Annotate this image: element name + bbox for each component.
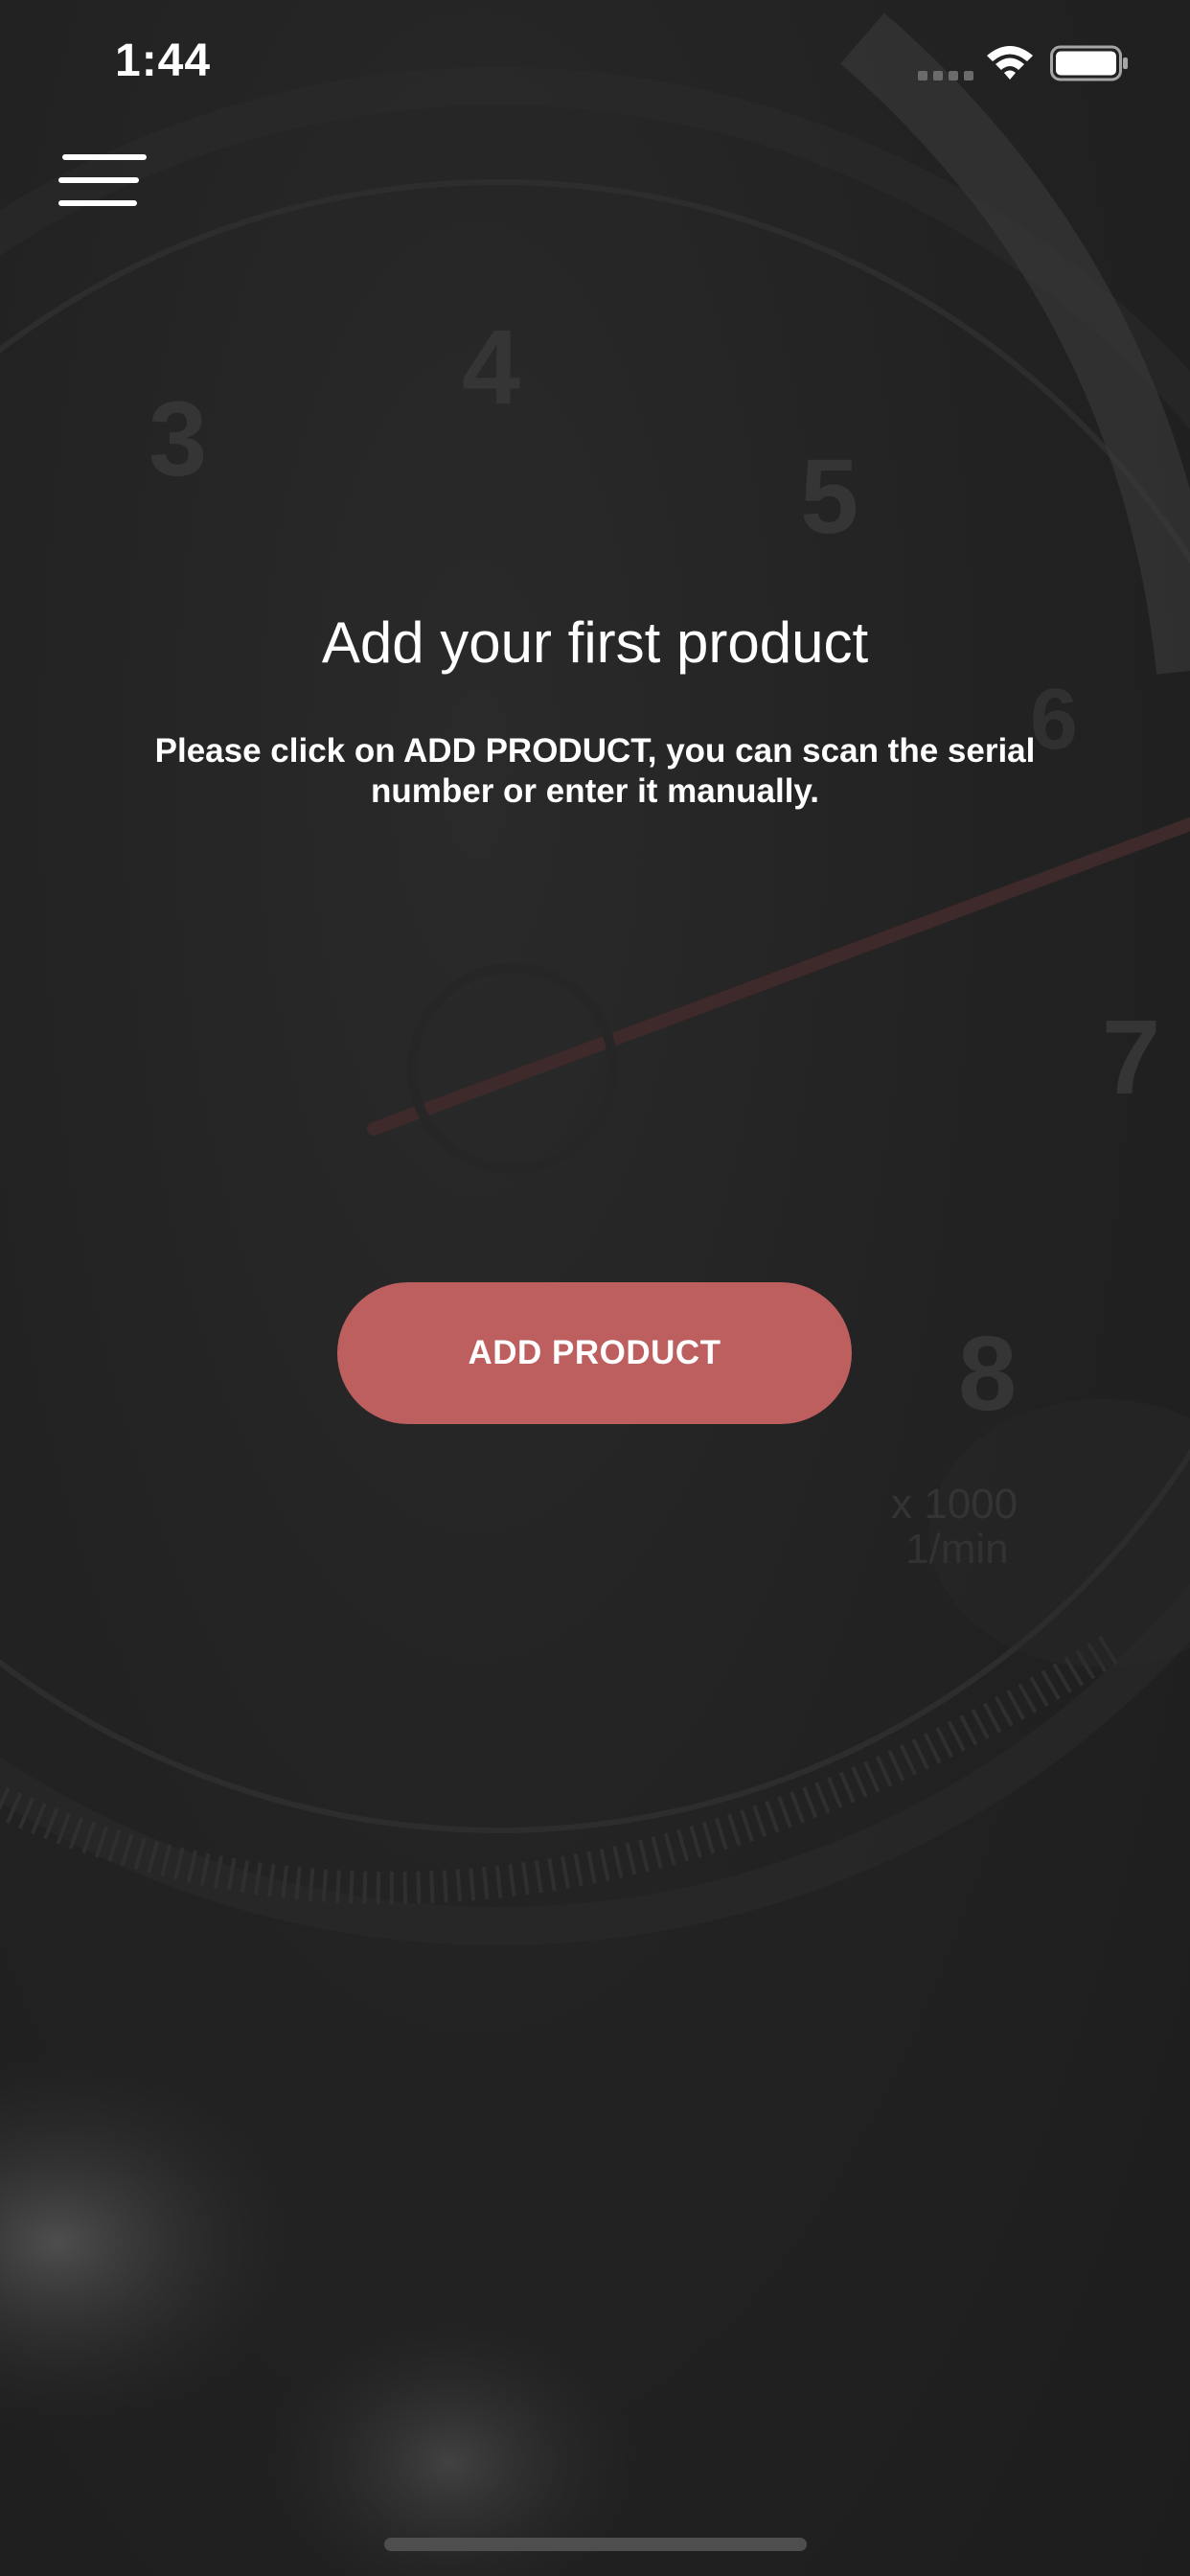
signal-icon (918, 71, 973, 80)
gauge-unit-line2: 1/min (905, 1526, 1009, 1573)
hamburger-menu-icon (58, 154, 147, 206)
gauge-number-3: 3 (149, 380, 208, 498)
gauge-number-4: 4 (462, 309, 521, 426)
battery-icon (1050, 45, 1128, 81)
status-time: 1:44 (115, 35, 212, 86)
page-description: Please click on ADD PRODUCT, you can sca… (154, 732, 1036, 810)
gauge-number-5: 5 (800, 438, 859, 556)
home-indicator (384, 2538, 807, 2551)
status-bar: 1:44 (0, 0, 1190, 125)
screen: 3 4 5 6 7 8 x 1000 1/min 1:44 Add your f… (0, 0, 1190, 2576)
wifi-icon (987, 46, 1033, 80)
add-product-button[interactable]: ADD PRODUCT (337, 1282, 852, 1424)
gauge-number-8: 8 (958, 1315, 1018, 1433)
add-product-button-label: ADD PRODUCT (468, 1334, 721, 1371)
gauge-number-7: 7 (1102, 999, 1161, 1116)
gauge-unit-line1: x 1000 (891, 1481, 1018, 1528)
page-title: Add your first product (321, 610, 869, 675)
menu-button[interactable] (54, 144, 149, 220)
